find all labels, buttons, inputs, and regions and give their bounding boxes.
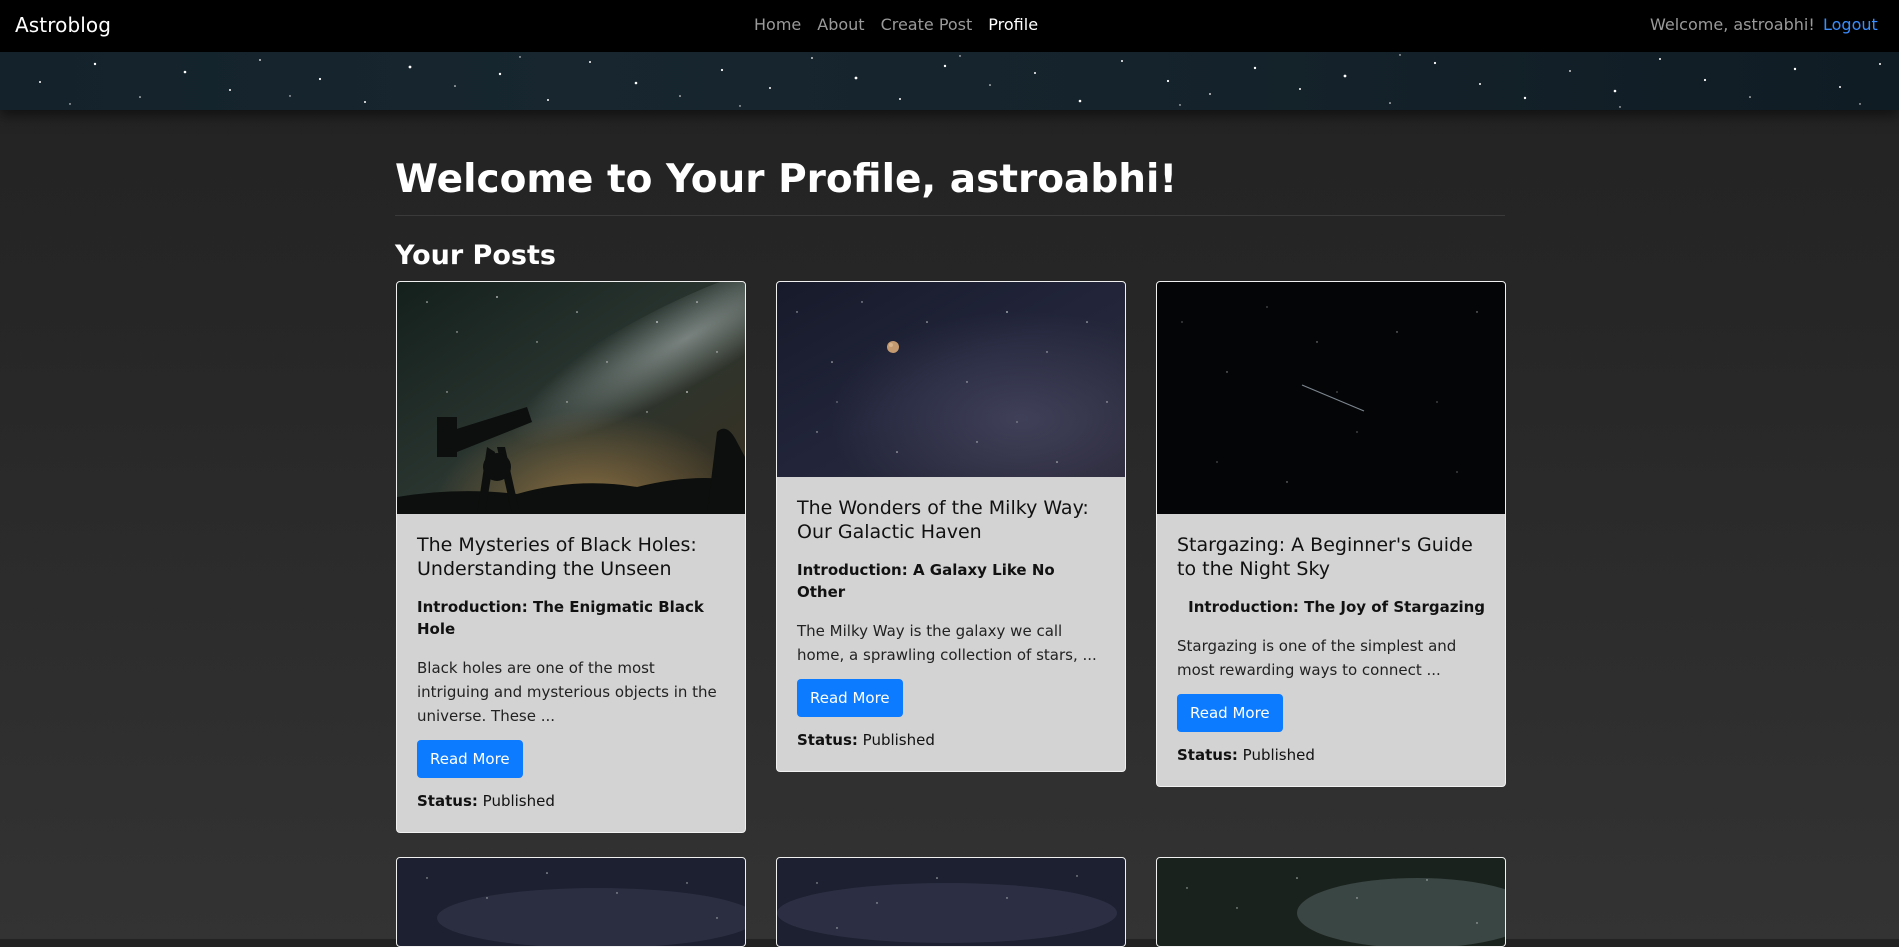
post-card [776, 857, 1126, 947]
post-excerpt: The Milky Way is the galaxy we call home… [797, 622, 1097, 664]
post-subtitle: Introduction: The Enigmatic Black Hole [417, 598, 704, 638]
nav-create-post[interactable]: Create Post [881, 15, 973, 34]
post-subtitle: Introduction: A Galaxy Like No Other [797, 561, 1055, 601]
hero-starfield-banner [0, 52, 1899, 110]
status-value: Published [1242, 746, 1315, 764]
welcome-user-text: Welcome, astroabhi! [1650, 15, 1815, 34]
logout-link[interactable]: Logout [1823, 15, 1878, 34]
status-label: Status: [797, 731, 858, 749]
navbar: Astroblog Home About Create Post Profile… [0, 0, 1899, 52]
status-label: Status: [1177, 746, 1238, 764]
status-value: Published [862, 731, 935, 749]
starfield-graphic [39, 54, 1881, 108]
nav-profile[interactable]: Profile [988, 15, 1038, 34]
post-status: Status: Published [1177, 744, 1485, 766]
read-more-button[interactable]: Read More [797, 679, 903, 717]
post-excerpt: Stargazing is one of the simplest and mo… [1177, 637, 1457, 679]
post-image [777, 858, 1125, 946]
read-more-button[interactable]: Read More [1177, 694, 1283, 732]
status-value: Published [482, 792, 555, 810]
nav-about[interactable]: About [817, 15, 864, 34]
post-card [396, 857, 746, 947]
nav-links: Home About Create Post Profile [754, 15, 1038, 34]
shooting-star-image [1157, 282, 1505, 514]
post-title[interactable]: The Mysteries of Black Holes: Understand… [417, 533, 725, 581]
card-body: The Wonders of the Milky Way: Our Galact… [777, 477, 1125, 771]
post-card [1156, 857, 1506, 947]
post-subtitle: Introduction: The Joy of Stargazing [1188, 598, 1485, 616]
milky-way-telescope-image [397, 282, 745, 514]
post-status: Status: Published [417, 790, 725, 812]
card-body: Stargazing: A Beginner's Guide to the Ni… [1157, 514, 1505, 786]
post-card: The Wonders of the Milky Way: Our Galact… [776, 281, 1126, 772]
post-title[interactable]: Stargazing: A Beginner's Guide to the Ni… [1177, 533, 1485, 581]
post-image [397, 858, 745, 946]
title-divider [395, 215, 1505, 216]
read-more-button[interactable]: Read More [417, 740, 523, 778]
card-body: The Mysteries of Black Holes: Understand… [397, 514, 745, 832]
page-title: Welcome to Your Profile, astroabhi! [395, 157, 1178, 202]
post-image [1157, 858, 1505, 946]
post-status: Status: Published [797, 729, 1105, 751]
post-title[interactable]: The Wonders of the Milky Way: Our Galact… [797, 496, 1105, 544]
brand-logo[interactable]: Astroblog [15, 13, 111, 37]
nav-home[interactable]: Home [754, 15, 801, 34]
post-card: Stargazing: A Beginner's Guide to the Ni… [1156, 281, 1506, 787]
section-title-your-posts: Your Posts [395, 240, 556, 271]
night-sky-moon-image [777, 282, 1125, 477]
post-card: The Mysteries of Black Holes: Understand… [396, 281, 746, 833]
post-excerpt: Black holes are one of the most intrigui… [417, 659, 717, 725]
status-label: Status: [417, 792, 478, 810]
